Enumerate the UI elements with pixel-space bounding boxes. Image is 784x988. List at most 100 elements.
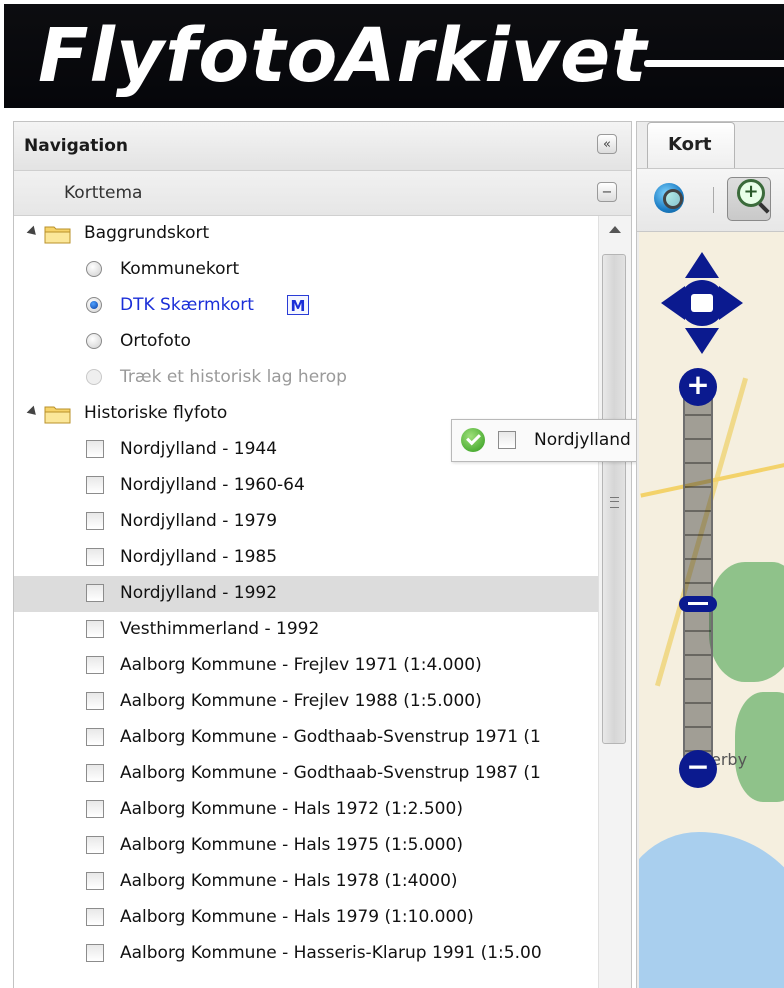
layer-checkbox[interactable] [86, 836, 104, 854]
layer-checkbox[interactable] [86, 440, 104, 458]
radio-button-selected[interactable] [86, 297, 102, 313]
layer-item[interactable]: Aalborg Kommune - Hals 1972 (1:2.500) [14, 792, 598, 828]
metadata-badge[interactable]: M [287, 295, 309, 315]
zoom-out-icon[interactable]: − [679, 750, 717, 788]
pan-center-hole [691, 294, 713, 312]
expand-arrow-icon[interactable] [26, 405, 40, 419]
layer-checkbox[interactable] [86, 476, 104, 494]
layer-checkbox[interactable] [86, 584, 104, 602]
layer-label: Aalborg Kommune - Hals 1972 (1:2.500) [120, 799, 463, 819]
app-header: FlyfotoArkivet [4, 4, 784, 108]
layer-item[interactable]: Aalborg Kommune - Frejlev 1988 (1:5.000) [14, 684, 598, 720]
brand-swoosh [644, 60, 784, 67]
layer-label: Aalborg Kommune - Hasseris-Klarup 1991 (… [120, 943, 542, 963]
option-label: Ortofoto [120, 331, 191, 351]
pan-control[interactable] [661, 252, 743, 354]
layer-label: Nordjylland - 1944 [120, 439, 278, 459]
layer-checkbox[interactable] [86, 908, 104, 926]
radio-button[interactable] [86, 333, 102, 349]
map-canvas[interactable]: erby + − [639, 232, 784, 988]
layer-checkbox[interactable] [86, 764, 104, 782]
map-forest [735, 692, 784, 802]
pan-right-arrow-icon[interactable] [719, 286, 743, 320]
check-circle-icon [461, 428, 485, 452]
layer-checkbox[interactable] [86, 512, 104, 530]
layer-item[interactable]: Aalborg Kommune - Hals 1979 (1:10.000) [14, 900, 598, 936]
layer-checkbox[interactable] [86, 872, 104, 890]
layer-label: Aalborg Kommune - Godthaab-Svenstrup 197… [120, 727, 541, 747]
layer-item[interactable]: Aalborg Kommune - Godthaab-Svenstrup 197… [14, 720, 598, 756]
pan-down-arrow-icon[interactable] [685, 328, 719, 354]
zoom-in-icon[interactable]: + [679, 368, 717, 406]
layer-item[interactable]: Aalborg Kommune - Frejlev 1971 (1:4.000) [14, 648, 598, 684]
radio-button[interactable] [86, 261, 102, 277]
layer-item[interactable]: Aalborg Kommune - Hals 1978 (1:4000) [14, 864, 598, 900]
layer-checkbox[interactable] [86, 620, 104, 638]
option-label: DTK Skærmkort [120, 295, 254, 315]
scroll-up-arrow-icon[interactable] [609, 226, 621, 233]
tab-kort[interactable]: Kort [647, 122, 735, 168]
collapse-panel-button[interactable]: « [597, 134, 617, 154]
scrollbar-thumb[interactable] [602, 254, 626, 744]
globe-zoom-extent-icon[interactable] [654, 183, 684, 213]
layer-label: Aalborg Kommune - Hals 1979 (1:10.000) [120, 907, 474, 927]
tooltip-checkbox [498, 431, 516, 449]
layer-label: Nordjylland - 1960-64 [120, 475, 305, 495]
pan-left-arrow-icon[interactable] [661, 286, 685, 320]
navigation-panel: Navigation « Korttema − Baggrundskort Ko… [13, 121, 632, 988]
layer-checkbox[interactable] [86, 656, 104, 674]
navigation-panel-header: Navigation « [14, 122, 631, 171]
brand-logo: FlyfotoArkivet [38, 13, 648, 99]
tree-group-baggrundskort[interactable]: Baggrundskort [14, 216, 598, 252]
layer-item[interactable]: Aalborg Kommune - Hals 1975 (1:5.000) [14, 828, 598, 864]
layer-item[interactable]: Nordjylland - 1979 [14, 504, 598, 540]
tree-group-label: Historiske flyfoto [84, 403, 228, 423]
layer-label: Vesthimmerland - 1992 [120, 619, 320, 639]
toolbar-separator [713, 187, 714, 213]
layer-label: Nordjylland - 1992 [120, 583, 278, 603]
map-forest [709, 562, 784, 682]
layer-label: Nordjylland - 1979 [120, 511, 278, 531]
layer-item[interactable]: Aalborg Kommune - Godthaab-Svenstrup 198… [14, 756, 598, 792]
layer-item[interactable]: Nordjylland - 1985 [14, 540, 598, 576]
radio-option-ortofoto[interactable]: Ortofoto [14, 324, 598, 360]
radio-option-dtk-skaermkort[interactable]: DTK Skærmkort M [14, 288, 598, 324]
folder-icon [44, 406, 71, 424]
radio-option-historic-dropzone: Træk et historisk lag herop [14, 360, 598, 396]
korttema-section-header[interactable]: Korttema − [14, 171, 631, 216]
expand-arrow-icon[interactable] [26, 225, 40, 239]
layer-label: Aalborg Kommune - Frejlev 1988 (1:5.000) [120, 691, 482, 711]
radio-option-kommunekort[interactable]: Kommunekort [14, 252, 598, 288]
layer-checkbox[interactable] [86, 800, 104, 818]
layer-checkbox[interactable] [86, 728, 104, 746]
minus-icon: − [601, 184, 613, 200]
radio-button-disabled [86, 369, 102, 385]
zoom-slider-handle[interactable] [679, 596, 717, 612]
layer-item[interactable]: Vesthimmerland - 1992 [14, 612, 598, 648]
layer-tree: Baggrundskort Kommunekort DTK Skærmkort … [14, 216, 598, 988]
grip-icon [610, 497, 619, 508]
layer-checkbox[interactable] [86, 548, 104, 566]
layer-label: Aalborg Kommune - Frejlev 1971 (1:4.000) [120, 655, 482, 675]
pan-up-arrow-icon[interactable] [685, 252, 719, 278]
layer-checkbox[interactable] [86, 944, 104, 962]
collapse-section-button[interactable]: − [597, 182, 617, 202]
map-panel: Kort erby + − [636, 121, 784, 988]
zoom-in-tool-button[interactable] [727, 177, 771, 221]
zoom-slider-track[interactable] [683, 388, 713, 768]
layer-checkbox[interactable] [86, 692, 104, 710]
navigation-title: Navigation [24, 136, 128, 156]
tree-scrollbar[interactable] [598, 216, 631, 988]
tab-label: Kort [668, 134, 712, 155]
layer-item-selected[interactable]: Nordjylland - 1992 [14, 576, 598, 612]
map-toolbar [637, 168, 784, 232]
layer-label: Nordjylland - 1985 [120, 547, 278, 567]
layer-item[interactable]: Aalborg Kommune - Hasseris-Klarup 1991 (… [14, 936, 598, 972]
layer-item[interactable]: Nordjylland - 1960-64 [14, 468, 598, 504]
zoom-slider[interactable]: + − [679, 368, 717, 788]
layer-label: Aalborg Kommune - Hals 1975 (1:5.000) [120, 835, 463, 855]
layer-label: Aalborg Kommune - Godthaab-Svenstrup 198… [120, 763, 541, 783]
option-label: Kommunekort [120, 259, 240, 279]
folder-icon [44, 226, 71, 244]
double-chevron-left-icon: « [603, 136, 611, 152]
